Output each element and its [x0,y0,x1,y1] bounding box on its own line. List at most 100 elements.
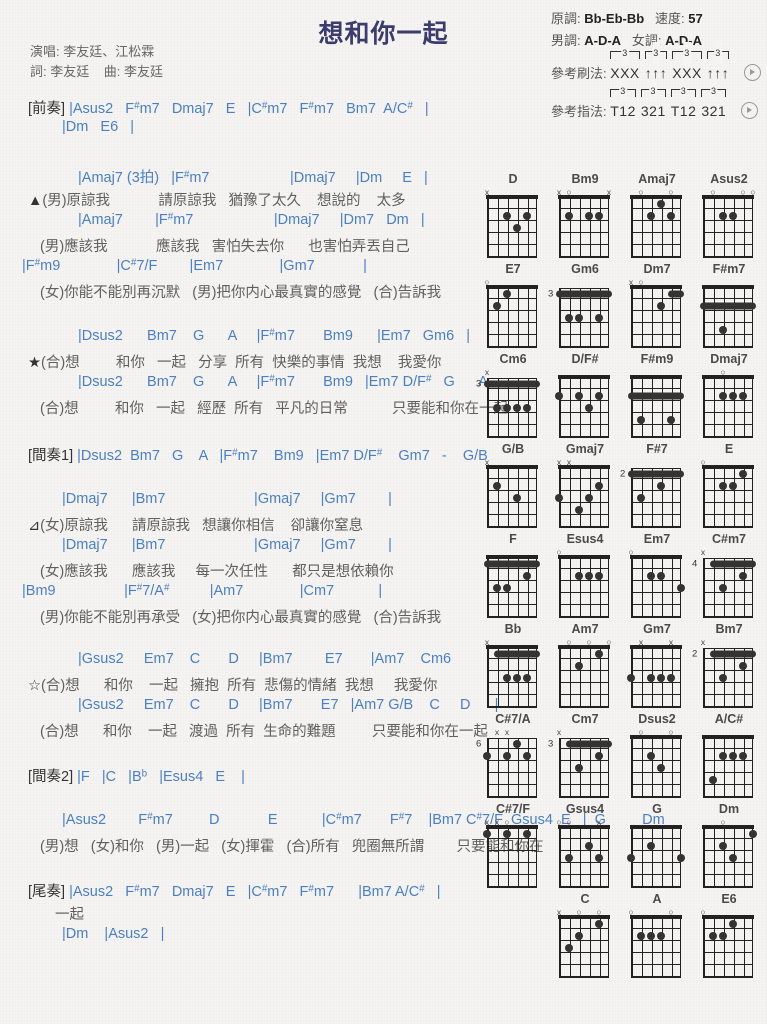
finger-dot [729,392,737,400]
fretboard [630,195,683,260]
chord-diagram: Gm6 3 [548,262,620,350]
strum-pattern-label: 參考刷法: [551,66,607,81]
finger-dot [739,470,747,478]
chord-diagram: Bm9 x ○ x [550,172,620,260]
barre [700,302,756,310]
fretboard: 4 [692,558,756,620]
chord-diagram: Dm7 x ○ [622,262,692,350]
finger-dot [575,662,583,670]
nut [486,195,538,199]
chord-diagram-name: F#m9 [640,352,674,366]
chord-sheet: 想和你一起 演唱: 李友廷、江松霖 詞: 李友廷 曲: 李友廷 原調: Bb-E… [0,0,767,1024]
chord-diagram: C#m7 x 4 [692,532,764,620]
fret-grid [703,378,753,438]
chord-diagram: Asus2 ○ ○ ○ [694,172,764,260]
finger-dot [719,842,727,850]
finger-dot [575,764,583,772]
chord-text: |Bm9 |F#7/A# |Am7 |Cm7 | [22,582,383,599]
chord-text: |Dmaj7 |Bm7 |Gmaj7 |Gm7 | [62,537,392,553]
nut [630,645,682,649]
singer-value: 李友廷、江松霖 [63,44,155,59]
finger-dot [523,674,531,682]
chord-diagram-name: A/C# [714,712,744,726]
credits-row: 詞: 李友廷 曲: 李友廷 [30,62,163,82]
finger-dot [637,932,645,940]
nut [630,915,682,919]
lyric-line: (女)你能不能別再沉默 (男)把你内心最真實的感覺 (合)告訴我 [40,281,441,302]
fretboard [627,645,683,710]
fretboard [484,555,540,620]
chord-diagram: Cm7 x 3 [548,712,620,800]
pattern-text: 321 [701,103,727,119]
chord-line: |Dmaj7 |Bm7 |Gmaj7 |Gm7 | [62,491,392,507]
fretboard [558,555,611,620]
finger-dot [503,752,511,760]
play-icon[interactable] [740,102,758,119]
chord-diagram: Gsus4 ○ ○ x [550,802,620,890]
chord-diagram: A ○ ○ [622,892,692,980]
chord-line: |Dmaj7 |Bm7 |Gmaj7 |Gm7 | [62,537,392,553]
chord-diagram-name: E7 [505,262,521,276]
chord-text: |F |C |Bb |Esus4 E | [73,768,245,785]
chord-diagram-name: Bb [504,622,522,636]
chord-diagram: F#m9 [622,352,692,440]
finger-dot [523,752,531,760]
finger-dot [585,842,593,850]
chord-diagram: Bm7 x 2 [692,622,764,710]
chord-diagram-name: D/F# [571,352,599,366]
finger-dot [513,494,521,502]
chord-diagram: Dx [478,172,548,260]
fret-grid [631,828,681,888]
chord-diagram: F [478,532,548,620]
fretboard [486,195,539,260]
byline: 演唱: 李友廷、江松霖 詞: 李友廷 曲: 李友廷 [30,42,163,82]
nut [702,825,754,829]
fretboard: 3 [476,378,540,440]
chord-diagram-name: Em7 [643,532,671,546]
nut [486,555,538,559]
chord-diagram: Cx ○ ○ [550,892,620,980]
chord-diagram: F#m7 [694,262,764,350]
chord-text: |Asus2 F#m7 Dmaj7 E |C#m7 F#m7 Bm7 A/C# … [65,100,429,117]
lyric-line: ⊿(女)原諒我 請原諒我 想讓你相信 卻讓你窒息 [28,514,363,535]
chord-line: |Dsus2 Bm7 G A |F#m7 Bm9 |Em7 Gm6 | [78,328,470,344]
fretboard [486,645,540,710]
mute-marker: x [484,367,490,377]
finger-dot [595,392,603,400]
finger-dot [503,404,511,412]
string-markers: x [556,727,611,738]
chord-line: |Dm E6 | [62,119,134,135]
fretboard [558,825,611,890]
lyric-line: ☆(合)想 和你 一起 擁抱 所有 悲傷的情緒 我想 我愛你 [28,674,437,695]
finger-dot [637,494,645,502]
pick-pattern-label: 參考指法: [551,104,607,119]
string-markers: x [484,367,539,378]
barre [556,290,612,298]
finger-dot [729,854,737,862]
finger-dot [503,212,511,220]
finger-dot [709,932,717,940]
finger-dot [503,830,511,838]
finger-dot [719,212,727,220]
fret-grid [703,828,753,888]
mute-marker: x [504,727,510,737]
fret-grid [559,378,609,438]
lyric-text: (合)想 和你 一起 分享 所有 快樂的事情 我想 我愛你 [41,355,442,371]
mute-marker: x [556,727,562,737]
triplet-number: 3 [710,80,718,102]
section-marker: ★ [28,355,41,371]
pattern-group: 3 321 [640,80,666,122]
fret-grid [631,918,681,978]
finger-dot [637,416,645,424]
lyric-line: 一起 [55,903,84,924]
fret-grid [703,288,753,348]
finger-dot [513,740,521,748]
chord-diagram: F#7 2 [620,442,692,530]
fretboard [630,735,683,800]
chord-line: |Bm9 |F#7/A# |Am7 |Cm7 | [22,583,382,599]
triplet-number: 3 [714,42,722,64]
chord-diagram: Em7 ○ [622,532,692,620]
chord-diagram-name: Am7 [571,622,599,636]
nut [558,915,610,919]
play-icon[interactable] [743,64,761,81]
